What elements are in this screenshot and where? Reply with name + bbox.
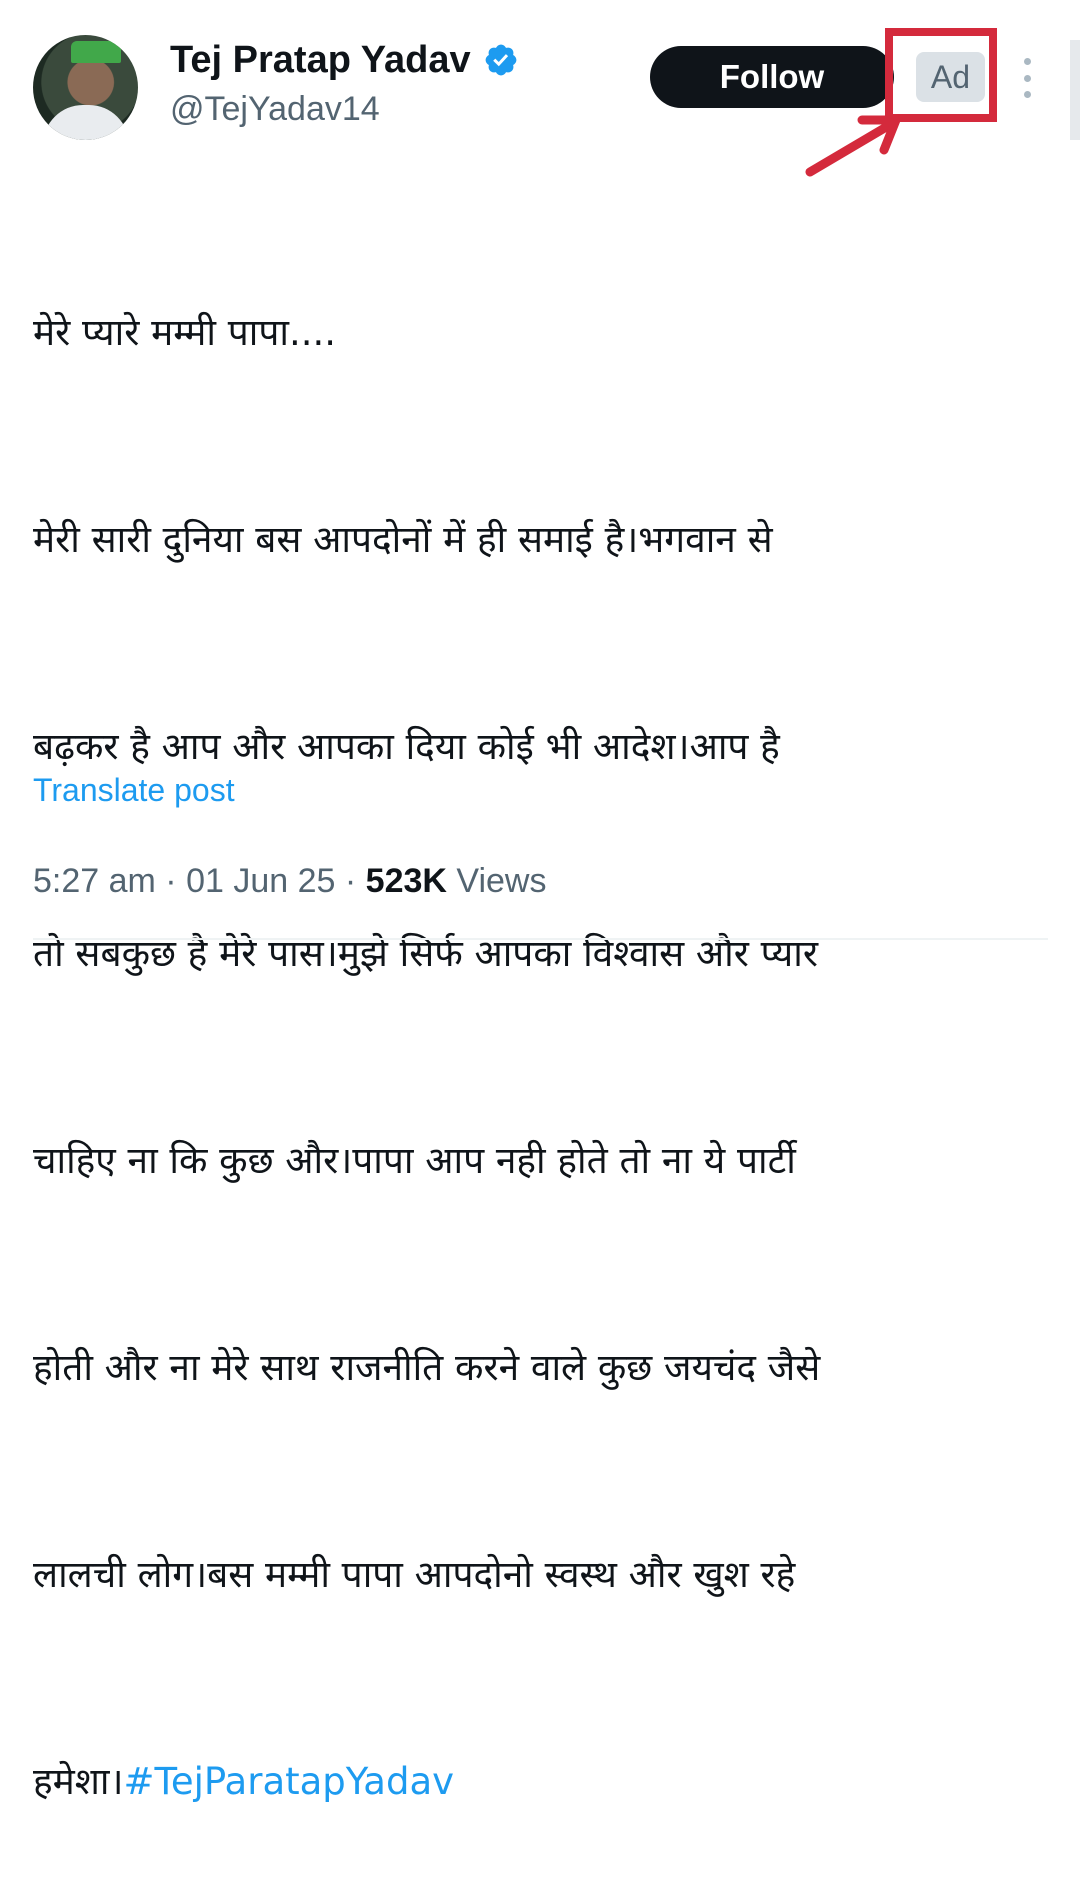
more-vertical-icon[interactable] [1015, 58, 1039, 98]
post-line: चाहिए ना कि कुछ और।पापा आप नही होते तो न… [33, 1139, 796, 1182]
post-meta: 5:27 am · 01 Jun 25 · 523K Views [33, 853, 546, 909]
views-count[interactable]: 523K [366, 853, 447, 909]
meta-separator: · [155, 862, 187, 900]
views-label: Views [446, 862, 547, 900]
post-line: तो सबकुछ है मेरे पास।मुझे सिर्फ आपका विश… [33, 932, 818, 975]
post-text: मेरे प्यारे मम्मी पापा.... मेरी सारी दुन… [33, 160, 1063, 1885]
author-avatar[interactable] [33, 35, 138, 140]
scroll-edge [1070, 40, 1080, 140]
follow-button[interactable]: Follow [650, 46, 894, 108]
avatar-shirt [43, 105, 129, 140]
post-line: मेरी सारी दुनिया बस आपदोनों में ही समाई … [33, 518, 773, 561]
meta-separator: · [335, 862, 366, 900]
post-line-text: हमेशा। [33, 1760, 124, 1803]
divider [33, 938, 1048, 940]
post-line: होती और ना मेरे साथ राजनीति करने वाले कु… [33, 1346, 821, 1389]
hashtag-link[interactable]: #TejParatapYadav [124, 1760, 454, 1803]
author-name[interactable]: Tej Pratap Yadav [170, 36, 471, 84]
avatar-cap [71, 41, 121, 63]
author-name-row: Tej Pratap Yadav [170, 36, 519, 84]
translate-post-link[interactable]: Translate post [33, 765, 235, 815]
post-time[interactable]: 5:27 am [33, 853, 156, 909]
verified-badge-icon [483, 42, 519, 78]
post-last-line: हमेशा।#TejParatapYadav [33, 1747, 1063, 1816]
post-line: मेरे प्यारे मम्मी पापा.... [33, 311, 336, 354]
author-handle[interactable]: @TejYadav14 [170, 86, 380, 132]
post-date[interactable]: 01 Jun 25 [186, 853, 335, 909]
post-line: लालची लोग।बस मम्मी पापा आपदोनो स्वस्थ और… [33, 1553, 796, 1596]
ad-highlight-annotation [885, 28, 997, 122]
